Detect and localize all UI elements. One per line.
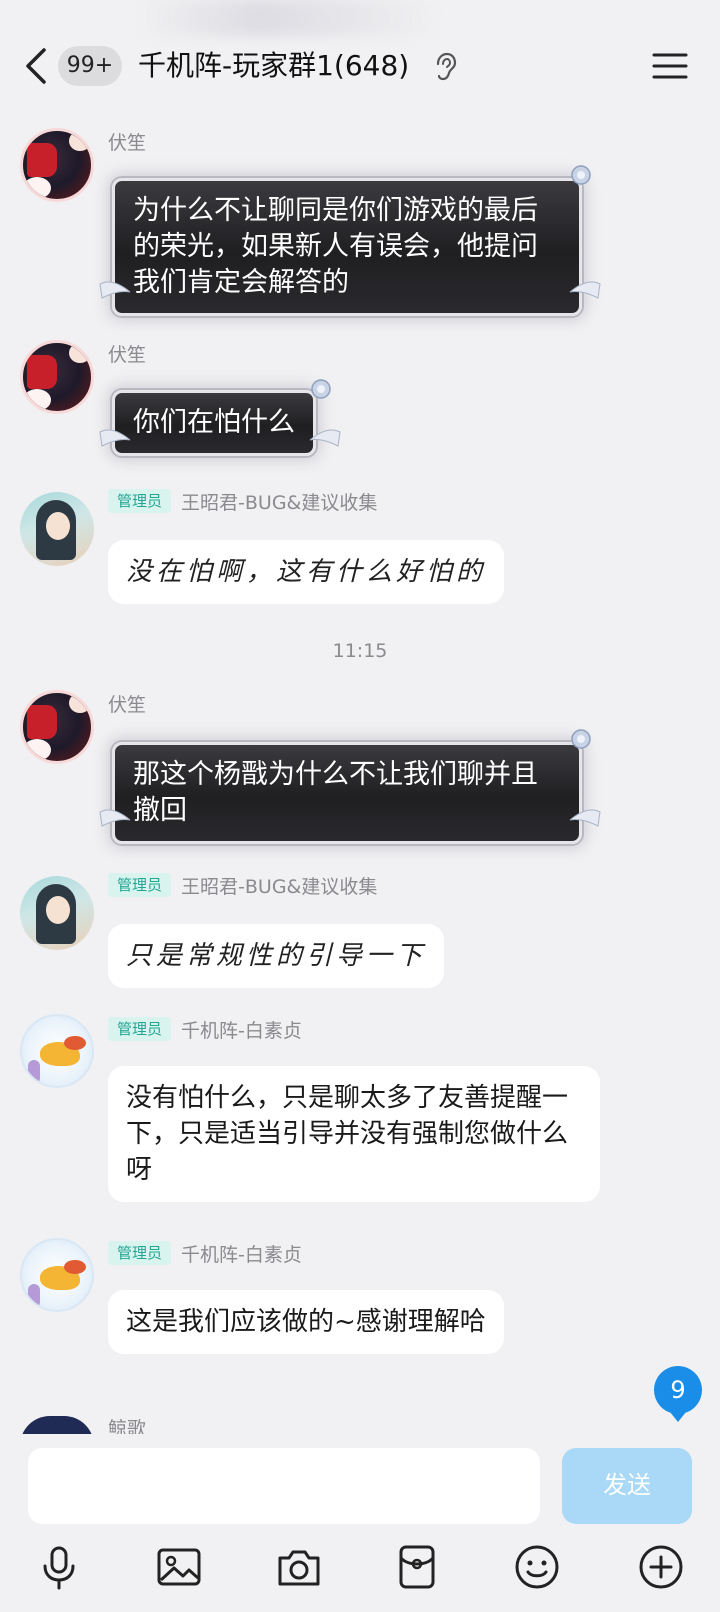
avatar-flag-decor bbox=[27, 143, 57, 177]
wing-decoration-icon bbox=[309, 429, 341, 447]
message-bubble[interactable]: 没有怕什么，只是聊太多了友善提醒一下，只是适当引导并没有强制您做什么呀 bbox=[108, 1066, 600, 1202]
sender-name[interactable]: 伏笙 bbox=[108, 340, 146, 366]
avatar[interactable] bbox=[20, 340, 94, 414]
avatar-wing-decor bbox=[64, 1260, 86, 1274]
back-arrow-icon[interactable] bbox=[20, 44, 54, 88]
avatar-bear-decor bbox=[69, 343, 91, 363]
avatar-face-decor bbox=[46, 896, 70, 924]
camera-icon[interactable] bbox=[274, 1542, 324, 1592]
message-bubble[interactable]: 你们在怕什么 bbox=[112, 390, 316, 456]
sender-name[interactable]: 伏笙 bbox=[108, 128, 146, 154]
emoji-icon[interactable] bbox=[512, 1542, 562, 1592]
sender-name-text: 千机阵-白素贞 bbox=[181, 1019, 302, 1042]
avatar[interactable] bbox=[20, 876, 94, 950]
sender-name-text: 伏笙 bbox=[108, 693, 147, 716]
sender-name-text: 伏笙 bbox=[108, 343, 147, 366]
avatar-flag-decor bbox=[27, 355, 57, 389]
message-text: 这是我们应该做的~感谢理解哈 bbox=[126, 1307, 486, 1337]
sender-name-text: 伏笙 bbox=[108, 131, 147, 154]
message-bubble[interactable]: 没在怕啊，这有什么好怕的 bbox=[108, 540, 505, 604]
wing-decoration-icon bbox=[99, 429, 131, 447]
rose-decoration-icon bbox=[571, 729, 591, 749]
timestamp: 11:15 bbox=[332, 640, 388, 662]
avatar-flag-decor bbox=[27, 705, 57, 739]
sender-name[interactable]: 伏笙 bbox=[108, 690, 146, 716]
sender-name[interactable]: 管理员 千机阵-白素贞 bbox=[108, 1016, 302, 1042]
wing-decoration-icon bbox=[99, 809, 131, 827]
avatar-wing-decor bbox=[64, 1036, 86, 1050]
avatar-bear-decor bbox=[69, 131, 91, 151]
menu-icon[interactable] bbox=[652, 50, 688, 82]
chat-title[interactable]: 千机阵-玩家群1(648) bbox=[138, 46, 409, 86]
message-input[interactable] bbox=[28, 1448, 540, 1524]
message-bubble[interactable]: 只是常规性的引导一下 bbox=[108, 924, 445, 988]
unread-count-badge[interactable]: 99+ bbox=[58, 46, 122, 86]
message-bubble[interactable]: 这是我们应该做的~感谢理解哈 bbox=[108, 1290, 504, 1354]
wing-decoration-icon bbox=[99, 281, 131, 299]
message-bubble[interactable]: 为什么不让聊同是你们游戏的最后的荣光，如果新人有误会，他提问我们肯定会解答的 bbox=[112, 178, 582, 316]
avatar[interactable] bbox=[20, 690, 94, 764]
image-icon[interactable] bbox=[154, 1542, 204, 1592]
message-bubble[interactable]: 那这个杨戬为什么不让我们聊并且撤回 bbox=[112, 742, 582, 844]
send-button[interactable]: 发送 bbox=[562, 1448, 692, 1524]
admin-tag: 管理员 bbox=[108, 873, 172, 897]
sender-name-text: 王昭君-BUG&建议收集 bbox=[181, 875, 378, 898]
avatar[interactable] bbox=[20, 1014, 94, 1088]
new-message-count-badge[interactable]: 9 bbox=[654, 1366, 702, 1422]
message-text: 没有怕什么，只是聊太多了友善提醒一下，只是适当引导并没有强制您做什么呀 bbox=[126, 1083, 569, 1185]
avatar-bunny-decor bbox=[23, 389, 51, 411]
avatar-figure-decor bbox=[28, 1284, 40, 1308]
message-text: 为什么不让聊同是你们游戏的最后的荣光，如果新人有误会，他提问我们肯定会解答的 bbox=[133, 195, 538, 298]
red-packet-icon[interactable] bbox=[392, 1542, 442, 1592]
admin-tag: 管理员 bbox=[108, 1241, 172, 1265]
chat-header: 99+ 千机阵-玩家群1(648) bbox=[0, 0, 720, 120]
sender-name[interactable]: 管理员 千机阵-白素贞 bbox=[108, 1240, 302, 1266]
sender-name-text: 千机阵-白素贞 bbox=[181, 1243, 302, 1266]
sender-name[interactable]: 管理员 王昭君-BUG&建议收集 bbox=[108, 488, 377, 514]
sender-name[interactable]: 管理员 王昭君-BUG&建议收集 bbox=[108, 872, 377, 898]
message-text: 只是常规性的引导一下 bbox=[126, 941, 427, 971]
sender-name-text: 王昭君-BUG&建议收集 bbox=[181, 491, 378, 514]
wing-decoration-icon bbox=[569, 281, 601, 299]
rose-decoration-icon bbox=[311, 379, 331, 399]
avatar-bunny-decor bbox=[23, 739, 51, 761]
ear-icon[interactable] bbox=[432, 52, 458, 82]
avatar[interactable] bbox=[20, 128, 94, 202]
avatar-bear-decor bbox=[69, 693, 91, 713]
avatar[interactable] bbox=[20, 492, 94, 566]
message-text: 你们在怕什么 bbox=[133, 407, 295, 438]
composer-bar: 发送 bbox=[0, 1434, 720, 1612]
admin-tag: 管理员 bbox=[108, 489, 172, 513]
plus-icon[interactable] bbox=[636, 1542, 686, 1592]
status-bar-blur bbox=[140, 0, 440, 36]
microphone-icon[interactable] bbox=[34, 1542, 84, 1592]
avatar-figure-decor bbox=[28, 1060, 40, 1084]
avatar-bunny-decor bbox=[23, 177, 51, 199]
message-text: 那这个杨戬为什么不让我们聊并且撤回 bbox=[133, 759, 538, 826]
message-text: 没在怕啊，这有什么好怕的 bbox=[126, 557, 487, 587]
avatar-face-decor bbox=[46, 512, 70, 540]
wing-decoration-icon bbox=[569, 809, 601, 827]
rose-decoration-icon bbox=[571, 165, 591, 185]
admin-tag: 管理员 bbox=[108, 1017, 172, 1041]
avatar[interactable] bbox=[20, 1238, 94, 1312]
